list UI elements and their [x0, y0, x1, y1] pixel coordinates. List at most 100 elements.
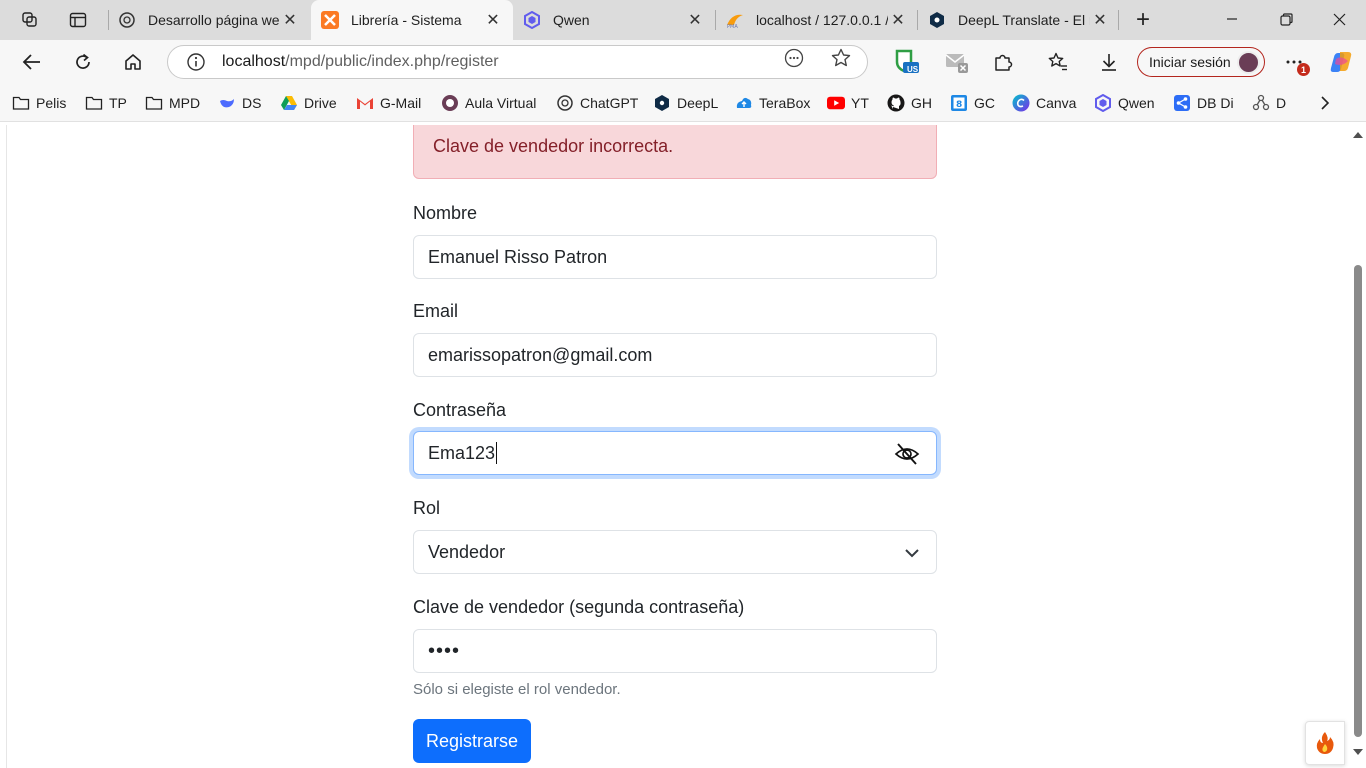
close-tab-icon[interactable]: ✕: [685, 10, 705, 30]
tab-title: Desarrollo página web: [148, 12, 280, 28]
mail-extension-button[interactable]: [940, 46, 974, 78]
rol-select[interactable]: Vendedor: [413, 530, 937, 574]
bookmark-qwen[interactable]: Qwen: [1094, 93, 1155, 113]
email-input[interactable]: emarissopatron@gmail.com: [413, 333, 937, 377]
url-path: /mpd/public/index.php/register: [285, 53, 499, 70]
copilot-button[interactable]: [1324, 46, 1358, 78]
tab-strip: Desarrollo página web ✕ Librería - Siste…: [0, 0, 1366, 40]
tab-qwen[interactable]: Qwen ✕: [513, 0, 715, 40]
tab-separator: [108, 10, 109, 30]
close-tab-icon[interactable]: ✕: [483, 10, 503, 30]
chevron-down-icon: [904, 545, 920, 561]
email-label: Email: [413, 301, 459, 321]
bookmark-drive[interactable]: Drive: [280, 93, 337, 113]
bookmark-label: ChatGPT: [580, 95, 639, 111]
hide-password-icon[interactable]: [894, 441, 920, 467]
bookmark-canva[interactable]: Canva: [1012, 93, 1076, 113]
tab-desarrollo[interactable]: Desarrollo página web ✕: [108, 0, 310, 40]
text-caret: [496, 442, 498, 464]
tab-title: localhost / 127.0.0.1 /: [756, 12, 888, 28]
password-label: Contraseña: [413, 400, 507, 420]
bookmark-label: Aula Virtual: [465, 95, 537, 111]
address-bar[interactable]: localhost/mpd/public/index.php/register: [167, 45, 868, 79]
back-arrow-icon: [22, 54, 40, 70]
close-tab-icon[interactable]: ✕: [888, 10, 908, 30]
gmail-icon: [356, 94, 374, 112]
back-button[interactable]: [15, 46, 49, 78]
tab-separator: [1118, 10, 1119, 30]
copilot-icon: [1330, 52, 1352, 72]
settings-more-button[interactable]: 1: [1277, 46, 1311, 78]
site-info-icon[interactable]: [186, 52, 206, 72]
sign-in-button[interactable]: Iniciar sesión: [1137, 47, 1265, 77]
svg-text:8: 8: [956, 100, 962, 110]
bookmark-github[interactable]: GH: [887, 93, 932, 113]
deepl-icon: [928, 11, 946, 29]
bookmark-folder-tp[interactable]: TP: [85, 93, 127, 113]
github-icon: [887, 94, 905, 112]
bookmark-label: DS: [242, 95, 262, 111]
home-icon: [125, 54, 141, 70]
tab-title: DeepL Translate - El m: [958, 12, 1090, 28]
bookmarks-overflow-button[interactable]: [1318, 93, 1332, 113]
nombre-input[interactable]: Emanuel Risso Patron: [413, 235, 937, 279]
home-button[interactable]: [116, 46, 150, 78]
tab-phpmyadmin[interactable]: PMA localhost / 127.0.0.1 / ✕: [716, 0, 918, 40]
bookmark-chatgpt[interactable]: ChatGPT: [556, 93, 638, 113]
bookmark-db-di[interactable]: DB Di: [1173, 93, 1234, 113]
new-tab-button[interactable]: +: [1128, 6, 1158, 34]
bookmark-deepl[interactable]: DeepL: [653, 93, 718, 113]
tab-title: Qwen: [553, 12, 590, 28]
scrollbar-thumb[interactable]: [1354, 265, 1362, 737]
minimize-button[interactable]: [1207, 0, 1257, 38]
clave-vendedor-input[interactable]: ••••: [413, 629, 937, 673]
aula-virtual-icon: [441, 94, 459, 112]
error-alert: Clave de vendedor incorrecta.: [413, 125, 937, 179]
deepseek-icon: [218, 94, 236, 112]
bookmark-label: G-Mail: [380, 95, 422, 111]
vertical-tabs-button[interactable]: [63, 6, 93, 34]
tab-deepl[interactable]: DeepL Translate - El m ✕: [918, 0, 1120, 40]
diagram-icon: [1252, 94, 1270, 112]
bookmark-label: Pelis: [36, 95, 67, 111]
download-icon: [1102, 54, 1116, 71]
reload-button[interactable]: [66, 46, 100, 78]
chevron-right-icon: [1321, 96, 1330, 110]
vertical-scrollbar[interactable]: [1350, 125, 1366, 768]
bookmark-ds[interactable]: DS: [218, 93, 261, 113]
scroll-down-arrow-icon[interactable]: [1353, 749, 1363, 755]
bookmark-gc[interactable]: 8 GC: [950, 93, 995, 113]
bookmark-folder-pelis[interactable]: Pelis: [12, 93, 66, 113]
tab-title: Librería - Sistema: [351, 12, 462, 28]
canva-icon: [1012, 94, 1030, 112]
reader-options-button[interactable]: [783, 47, 805, 69]
bookmark-terabox[interactable]: TeraBox: [735, 93, 810, 113]
more-options-circle-icon: [784, 48, 804, 68]
scroll-up-arrow-icon[interactable]: [1353, 132, 1363, 138]
bookmark-d[interactable]: D: [1252, 93, 1286, 113]
extensions-button[interactable]: [986, 46, 1020, 78]
password-input[interactable]: Ema123: [413, 431, 937, 475]
workspaces-button[interactable]: [15, 6, 45, 34]
close-icon: [1333, 13, 1345, 25]
downloads-button[interactable]: [1092, 46, 1126, 78]
bookmark-youtube[interactable]: YT: [827, 93, 869, 113]
favorite-button[interactable]: [830, 47, 852, 69]
favorites-button[interactable]: [1041, 46, 1075, 78]
bookmark-gmail[interactable]: G-Mail: [356, 93, 421, 113]
extension-floating-button[interactable]: [1305, 721, 1345, 765]
notification-badge: 1: [1297, 63, 1310, 76]
bookmark-aula-virtual[interactable]: Aula Virtual: [441, 93, 536, 113]
close-tab-icon[interactable]: ✕: [1090, 10, 1110, 30]
bookmark-folder-mpd[interactable]: MPD: [145, 93, 200, 113]
chatgpt-icon: [556, 94, 574, 112]
register-button[interactable]: Registrarse: [413, 719, 531, 763]
url-host: localhost: [222, 53, 286, 70]
restore-button[interactable]: [1261, 0, 1311, 38]
tab-libreria[interactable]: Librería - Sistema ✕: [311, 0, 513, 40]
nombre-label: Nombre: [413, 203, 478, 223]
vpn-extension-button[interactable]: US: [889, 46, 923, 78]
close-tab-icon[interactable]: ✕: [280, 10, 300, 30]
bookmark-label: TP: [109, 95, 127, 111]
close-window-button[interactable]: [1314, 0, 1364, 38]
